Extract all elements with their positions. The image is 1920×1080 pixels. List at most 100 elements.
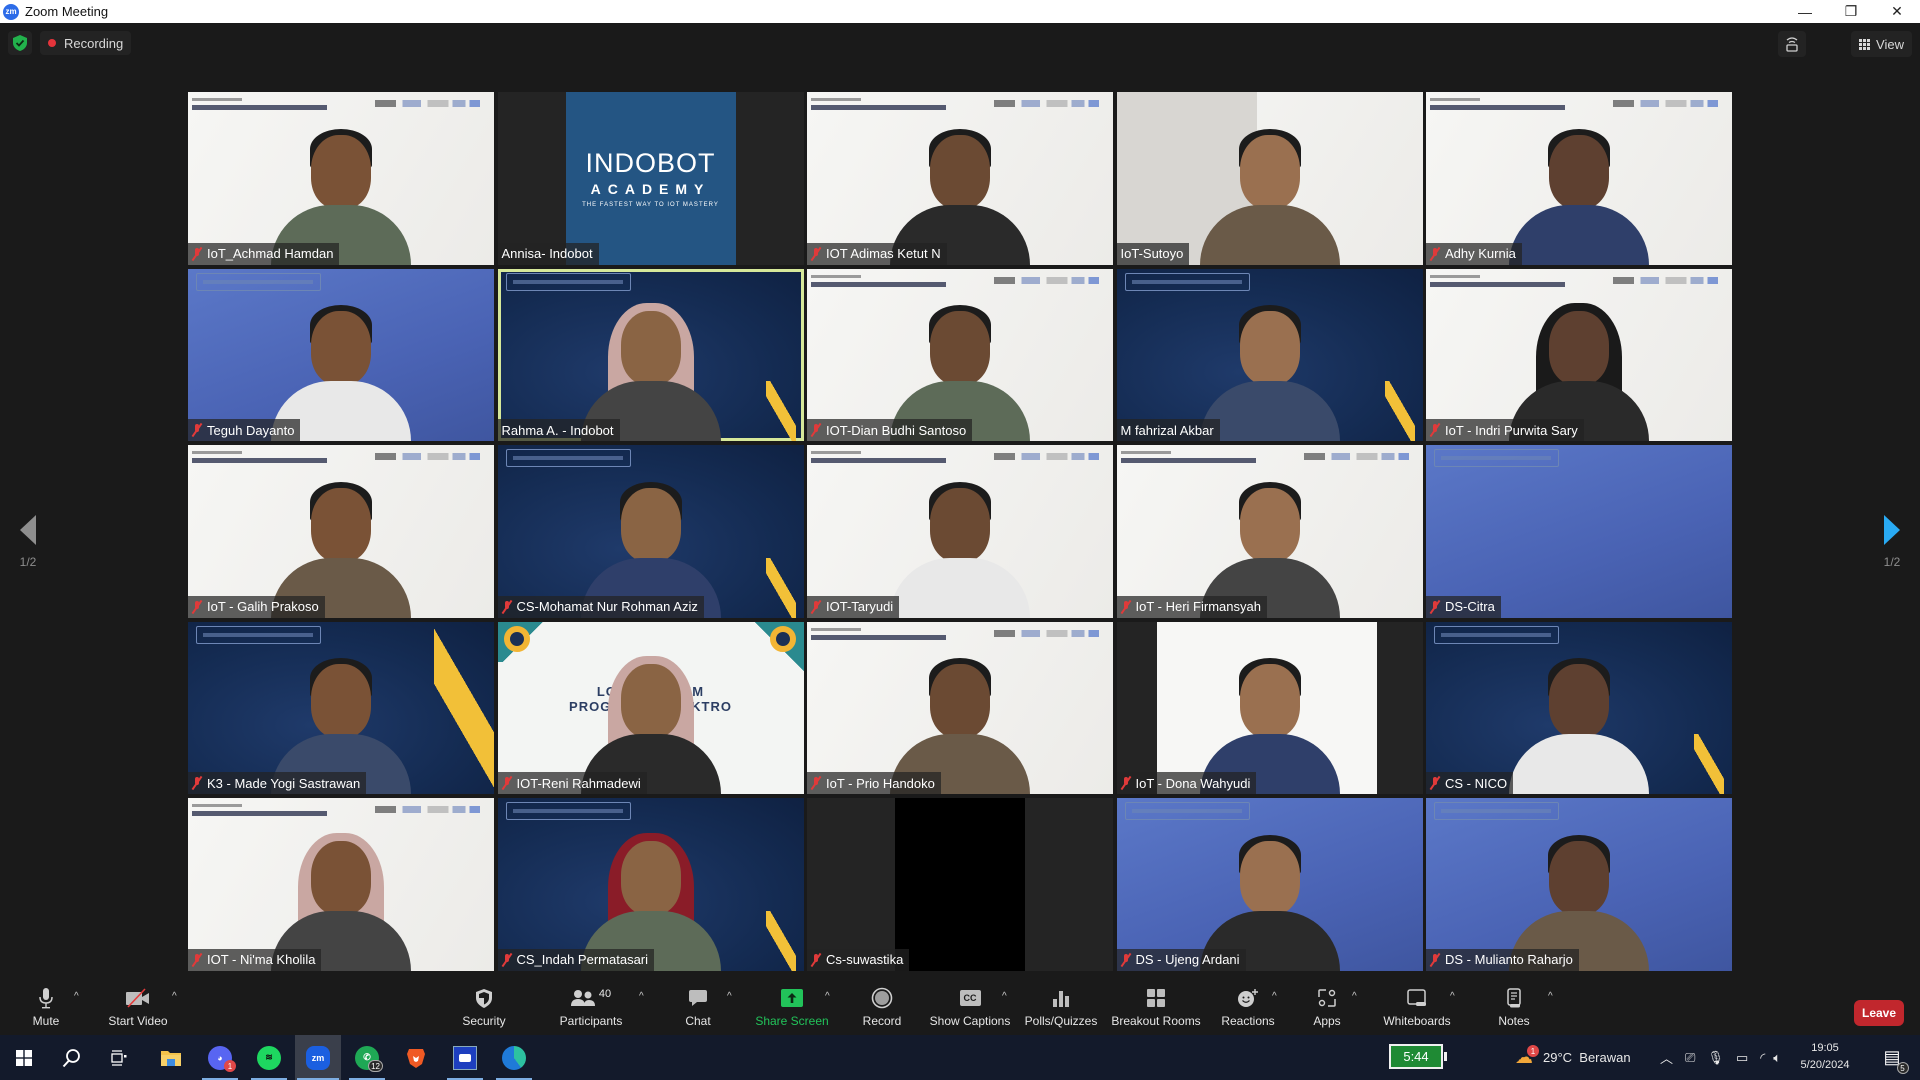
participant-tile[interactable]: DS - Ujeng Ardani [1116, 798, 1423, 971]
taskbar-brave[interactable] [396, 1035, 436, 1080]
microphone-tray-icon[interactable]: 🎙︎ [1707, 1050, 1724, 1066]
participant-name: Cs-suwastika [826, 952, 904, 967]
participant-tile[interactable]: Cs-suwastika [807, 798, 1113, 971]
participant-tile[interactable]: IoT - Dona Wahyudi [1116, 621, 1423, 794]
slide-header [196, 272, 321, 291]
chat-options-caret[interactable]: ^ [727, 991, 732, 1002]
notes-button[interactable]: Notes [1496, 985, 1532, 1035]
participant-tile[interactable]: CS - NICO [1426, 621, 1732, 794]
next-page-button[interactable]: 1/2 [1872, 515, 1912, 569]
restore-button[interactable]: ❐ [1828, 0, 1874, 23]
taskbar-screen-recorder[interactable] [445, 1035, 485, 1080]
participant-tile[interactable]: DS-Citra [1426, 445, 1732, 618]
participant-tile[interactable]: IOT-Taryudi [807, 445, 1113, 618]
recording-indicator[interactable]: Recording [40, 31, 132, 55]
taskbar-discord[interactable]: ◕ 1 [200, 1035, 240, 1080]
breakout-rooms-button[interactable]: Breakout Rooms [1111, 985, 1201, 1035]
participant-tile[interactable]: IoT - Indri Purwita Sary [1426, 268, 1732, 441]
window-title: Zoom Meeting [25, 4, 109, 19]
reactions-button[interactable]: Reactions [1220, 985, 1276, 1035]
share-screen-button[interactable]: Share Screen [755, 985, 829, 1035]
taskbar-spotify[interactable]: ≋ [249, 1035, 289, 1080]
page-indicator-right: 1/2 [1883, 555, 1901, 569]
meeting-top-bar: Recording View [0, 23, 1920, 63]
participant-tile[interactable]: Teguh Dayanto [188, 268, 494, 441]
whiteboards-button[interactable]: Whiteboards [1380, 985, 1454, 1035]
leave-button[interactable]: Leave [1854, 1000, 1904, 1026]
taskbar-whatsapp[interactable]: ✆ 12 [347, 1035, 387, 1080]
participant-tile[interactable]: INDOBOT ACADEMY THE FASTEST WAY TO IOT MAS… [497, 92, 804, 265]
participant-name-tag: Annisa- Indobot [497, 242, 599, 265]
weather-widget[interactable]: ☁ 1 29°C Berawan [1515, 1035, 1631, 1080]
participant-tile[interactable]: M fahrizal Akbar [1116, 268, 1423, 441]
speaker-view-button[interactable] [1778, 31, 1806, 57]
task-view-button[interactable] [99, 1035, 139, 1080]
polls-quizzes-button[interactable]: Polls/Quizzes [1025, 985, 1097, 1035]
participants-button[interactable]: 40 Participants [558, 985, 624, 1035]
security-label: Security [462, 1014, 506, 1028]
view-button[interactable]: View [1851, 31, 1912, 57]
participant-tile[interactable]: IoT - Galih Prakoso [188, 445, 494, 618]
participant-tile[interactable]: IoT - Heri Firmansyah [1116, 445, 1423, 618]
participant-tile[interactable]: IOT Adimas Ketut N [807, 92, 1113, 265]
show-captions-label: Show Captions [929, 1014, 1011, 1028]
participant-tile[interactable]: Adhy Kurnia [1426, 92, 1732, 265]
reactions-options-caret[interactable]: ^ [1272, 991, 1277, 1002]
notes-icon [1507, 988, 1521, 1008]
participants-options-caret[interactable]: ^ [639, 991, 644, 1002]
taskbar-zoom[interactable]: zm [295, 1035, 341, 1080]
wifi-icon[interactable]: ◜ [1760, 1050, 1765, 1066]
participant-tile[interactable]: IoT_Achmad Hamdan [188, 92, 494, 265]
muted-microphone-icon [501, 775, 512, 791]
participant-tile[interactable]: K3 - Made Yogi Sastrawan [188, 621, 494, 794]
participant-name-tag: Teguh Dayanto [188, 419, 301, 441]
participant-tile[interactable]: IoT - Prio Handoko [807, 621, 1113, 794]
taskbar-edge[interactable] [494, 1035, 534, 1080]
record-button[interactable]: Record [862, 985, 902, 1035]
share-screen-label: Share Screen [755, 1014, 829, 1028]
participants-label: Participants [559, 1014, 623, 1028]
muted-microphone-icon [191, 422, 203, 438]
start-video-button[interactable]: Start Video [108, 985, 168, 1035]
close-button[interactable]: ✕ [1874, 0, 1920, 23]
camera-icon[interactable]: ⎚ [1685, 1050, 1695, 1066]
taskbar-file-explorer[interactable] [151, 1035, 191, 1080]
meeting-info-button[interactable] [8, 31, 32, 55]
muted-microphone-icon [191, 599, 203, 614]
participant-tile[interactable]: CS_Indah Permatasari [497, 798, 804, 971]
muted-microphone-icon [191, 952, 203, 967]
participant-tile[interactable]: IOT - Ni'ma Kholila [188, 798, 494, 971]
participant-tile[interactable]: IoT-Sutoyo [1116, 92, 1423, 265]
security-button[interactable]: Security [462, 985, 506, 1035]
share-options-caret[interactable]: ^ [825, 991, 830, 1002]
participant-tile[interactable]: LOKAKA ULUMPROGRAM S ELEKTROIOT-Reni Rah… [497, 621, 804, 794]
participant-name-tag: DS - Ujeng Ardani [1116, 948, 1246, 971]
audio-options-caret[interactable]: ^ [74, 991, 79, 1002]
previous-page-button[interactable]: 1/2 [8, 515, 48, 569]
show-hidden-icons-chevron[interactable]: ︿ [1660, 1048, 1673, 1067]
participants-count: 40 [598, 988, 612, 1000]
system-clock[interactable]: 19:05 5/20/2024 [1790, 1040, 1860, 1074]
participant-tile[interactable]: DS - Mulianto Raharjo [1426, 798, 1732, 971]
minimize-button[interactable]: — [1782, 0, 1828, 23]
video-options-caret[interactable]: ^ [172, 991, 177, 1002]
battery-icon[interactable]: ▭ [1736, 1050, 1748, 1066]
whiteboards-options-caret[interactable]: ^ [1450, 991, 1455, 1002]
captions-options-caret[interactable]: ^ [1002, 991, 1007, 1002]
chat-button[interactable]: Chat [682, 985, 714, 1035]
participant-tile[interactable]: IOT-Dian Budhi Santoso [807, 268, 1113, 441]
participant-name-tag: IoT - Indri Purwita Sary [1426, 419, 1584, 441]
participant-tile[interactable]: CS-Mohamat Nur Rohman Aziz [497, 445, 804, 618]
volume-icon[interactable]: 🔈︎ [1773, 1050, 1781, 1066]
taskbar-search-button[interactable] [52, 1035, 92, 1080]
notification-center-button[interactable]: ▤ 5 [1872, 1035, 1912, 1080]
notes-options-caret[interactable]: ^ [1548, 991, 1553, 1002]
apps-button[interactable]: Apps [1310, 985, 1344, 1035]
start-button[interactable] [4, 1035, 44, 1080]
mute-button[interactable]: Mute [30, 985, 62, 1035]
participant-name: IoT - Prio Handoko [826, 775, 935, 791]
participant-tile[interactable]: Rahma A. - Indobot [497, 268, 804, 441]
show-captions-button[interactable]: CC Show Captions [930, 985, 1010, 1035]
apps-options-caret[interactable]: ^ [1352, 991, 1357, 1002]
battery-timer-widget[interactable]: 5:44 [1389, 1044, 1447, 1069]
